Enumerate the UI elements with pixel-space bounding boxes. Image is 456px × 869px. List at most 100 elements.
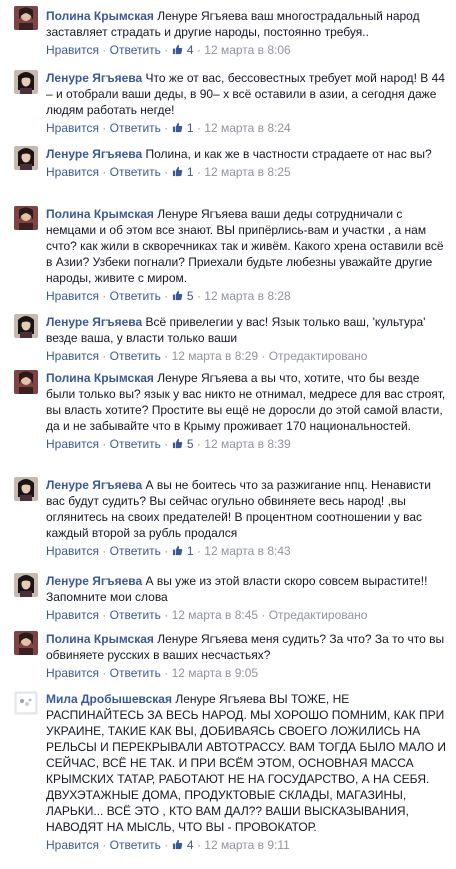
like-button[interactable]: Нравится: [46, 289, 99, 303]
comment-timestamp[interactable]: 12 марта в 9:11: [204, 838, 290, 852]
avatar[interactable]: [14, 631, 38, 655]
separator-dot: ·: [160, 544, 172, 558]
reply-button[interactable]: Ответить: [110, 544, 161, 558]
separator-dot: ·: [160, 165, 172, 179]
reply-button[interactable]: Ответить: [110, 608, 161, 622]
reply-button[interactable]: Ответить: [110, 121, 161, 135]
like-count-link[interactable]: 1: [172, 544, 194, 558]
separator-dot: ·: [193, 838, 205, 852]
like-count-link[interactable]: 5: [172, 289, 194, 303]
like-button[interactable]: Нравится: [46, 437, 99, 451]
comment-author[interactable]: Полина Крымская: [46, 371, 154, 385]
separator-dot: ·: [160, 349, 172, 363]
like-button[interactable]: Нравится: [46, 165, 99, 179]
separator-dot: ·: [98, 838, 110, 852]
comment-actions: Нравится · Ответить · 12 марта в 9:05: [46, 665, 450, 681]
comment-author[interactable]: Ленуре Ягъяева: [46, 147, 142, 161]
avatar[interactable]: [14, 691, 38, 715]
comment-timestamp[interactable]: 12 марта в 8:29: [172, 349, 258, 363]
separator-dot: ·: [193, 544, 205, 558]
thumbs-up-icon: [172, 165, 183, 177]
like-count-link[interactable]: 4: [172, 43, 194, 57]
comment-actions: Нравится · Ответить · 4 · 12 марта в 8:0…: [46, 42, 450, 58]
comment-actions: Нравится · Ответить · 4 · 12 марта в 9:1…: [46, 837, 450, 853]
comment-content: Мила Дробышевская Ленуре Ягъяева ВЫ ТОЖЕ…: [46, 691, 450, 853]
thumbs-up-icon: [172, 289, 183, 301]
comment-content: Полина Крымская Ленуре Ягъяева ваши деды…: [46, 206, 450, 304]
avatar[interactable]: [14, 6, 38, 30]
like-button[interactable]: Нравится: [46, 121, 99, 135]
comment-timestamp[interactable]: 12 марта в 8:24: [204, 121, 290, 135]
comment-timestamp[interactable]: 12 марта в 8:43: [204, 544, 290, 558]
like-count-link[interactable]: 4: [172, 838, 194, 852]
like-button[interactable]: Нравится: [46, 666, 99, 680]
avatar[interactable]: [14, 477, 38, 501]
avatar[interactable]: [14, 146, 38, 170]
comment-body: Полина Крымская Ленуре Ягъяева ваши деды…: [46, 206, 450, 286]
reply-button[interactable]: Ответить: [110, 437, 161, 451]
like-button[interactable]: Нравится: [46, 349, 99, 363]
comment-author[interactable]: Ленуре Ягъяева: [46, 71, 142, 85]
separator-dot: ·: [98, 349, 110, 363]
separator-dot: ·: [98, 544, 110, 558]
comment-content: Полина Крымская Ленуре Ягъяева меня суди…: [46, 631, 450, 681]
comment-author[interactable]: Полина Крымская: [46, 9, 154, 23]
comment-author[interactable]: Полина Крымская: [46, 632, 154, 646]
separator-dot: ·: [193, 43, 205, 57]
comment-body: Ленуре Ягъяева Полина, и как же в частно…: [46, 146, 450, 162]
comment-timestamp[interactable]: 12 марта в 8:39: [204, 437, 290, 451]
avatar[interactable]: [14, 573, 38, 597]
comment-content: Полина Крымская Ленуре Ягъяева а вы что,…: [46, 370, 450, 452]
comment-timestamp[interactable]: 12 марта в 8:06: [204, 43, 290, 57]
reply-button[interactable]: Ответить: [110, 289, 161, 303]
comment-actions: Нравится · Ответить · 1 · 12 марта в 8:2…: [46, 164, 450, 180]
edited-label[interactable]: Отредактировано: [269, 608, 368, 622]
comment-author[interactable]: Ленуре Ягъяева: [46, 315, 142, 329]
avatar[interactable]: [14, 206, 38, 230]
thumbs-up-icon: [172, 437, 183, 449]
avatar[interactable]: [14, 370, 38, 394]
thumbs-up-icon: [172, 544, 183, 556]
separator-dot: ·: [160, 121, 172, 135]
like-count-link[interactable]: 5: [172, 437, 194, 451]
like-button[interactable]: Нравится: [46, 608, 99, 622]
separator-dot: ·: [160, 608, 172, 622]
comment-body: Полина Крымская Ленуре Ягъяева меня суди…: [46, 631, 450, 663]
comment-body: Ленуре Ягъяева Всё привелегии у вас! Язы…: [46, 314, 450, 346]
separator-dot: ·: [98, 121, 110, 135]
reply-button[interactable]: Ответить: [110, 666, 161, 680]
like-count-link[interactable]: 1: [172, 121, 194, 135]
like-count: 5: [183, 289, 194, 303]
comment-author[interactable]: Ленуре Ягъяева: [46, 478, 142, 492]
comment-timestamp[interactable]: 12 марта в 9:05: [172, 666, 258, 680]
avatar[interactable]: [14, 70, 38, 94]
like-count-link[interactable]: 1: [172, 165, 194, 179]
comment-timestamp[interactable]: 12 марта в 8:28: [204, 289, 290, 303]
comment-actions: Нравится · Ответить · 5 · 12 марта в 8:3…: [46, 436, 450, 452]
avatar[interactable]: [14, 314, 38, 338]
comment-body: Полина Крымская Ленуре Ягъяева ваш много…: [46, 8, 450, 40]
reply-button[interactable]: Ответить: [110, 165, 161, 179]
comment-timestamp[interactable]: 12 марта в 8:45: [172, 608, 258, 622]
comment-author[interactable]: Ленуре Ягъяева: [46, 574, 142, 588]
comment-actions: Нравится · Ответить · 5 · 12 марта в 8:2…: [46, 288, 450, 304]
comment-timestamp[interactable]: 12 марта в 8:25: [204, 165, 290, 179]
like-button[interactable]: Нравится: [46, 544, 99, 558]
comment-actions: Нравится · Ответить · 1 · 12 марта в 8:2…: [46, 120, 450, 136]
comment-body: Ленуре Ягъяева А вы уже из этой власти с…: [46, 573, 450, 605]
reply-button[interactable]: Ответить: [110, 838, 161, 852]
comment-content: Ленуре Ягъяева Полина, и как же в частно…: [46, 146, 450, 180]
comment-author[interactable]: Полина Крымская: [46, 207, 154, 221]
edited-label[interactable]: Отредактировано: [269, 349, 368, 363]
separator-dot: ·: [258, 349, 269, 363]
reply-button[interactable]: Ответить: [110, 349, 161, 363]
comment-body: Ленуре Ягъяева Что же от вас, бессовестн…: [46, 70, 450, 118]
like-button[interactable]: Нравится: [46, 43, 99, 57]
like-button[interactable]: Нравится: [46, 838, 99, 852]
comment-content: Ленуре Ягъяева Всё привелегии у вас! Язы…: [46, 314, 450, 364]
separator-dot: ·: [258, 608, 269, 622]
reply-button[interactable]: Ответить: [110, 43, 161, 57]
separator-dot: ·: [98, 43, 110, 57]
separator-dot: ·: [193, 121, 205, 135]
comment-author[interactable]: Мила Дробышевская: [46, 692, 172, 706]
